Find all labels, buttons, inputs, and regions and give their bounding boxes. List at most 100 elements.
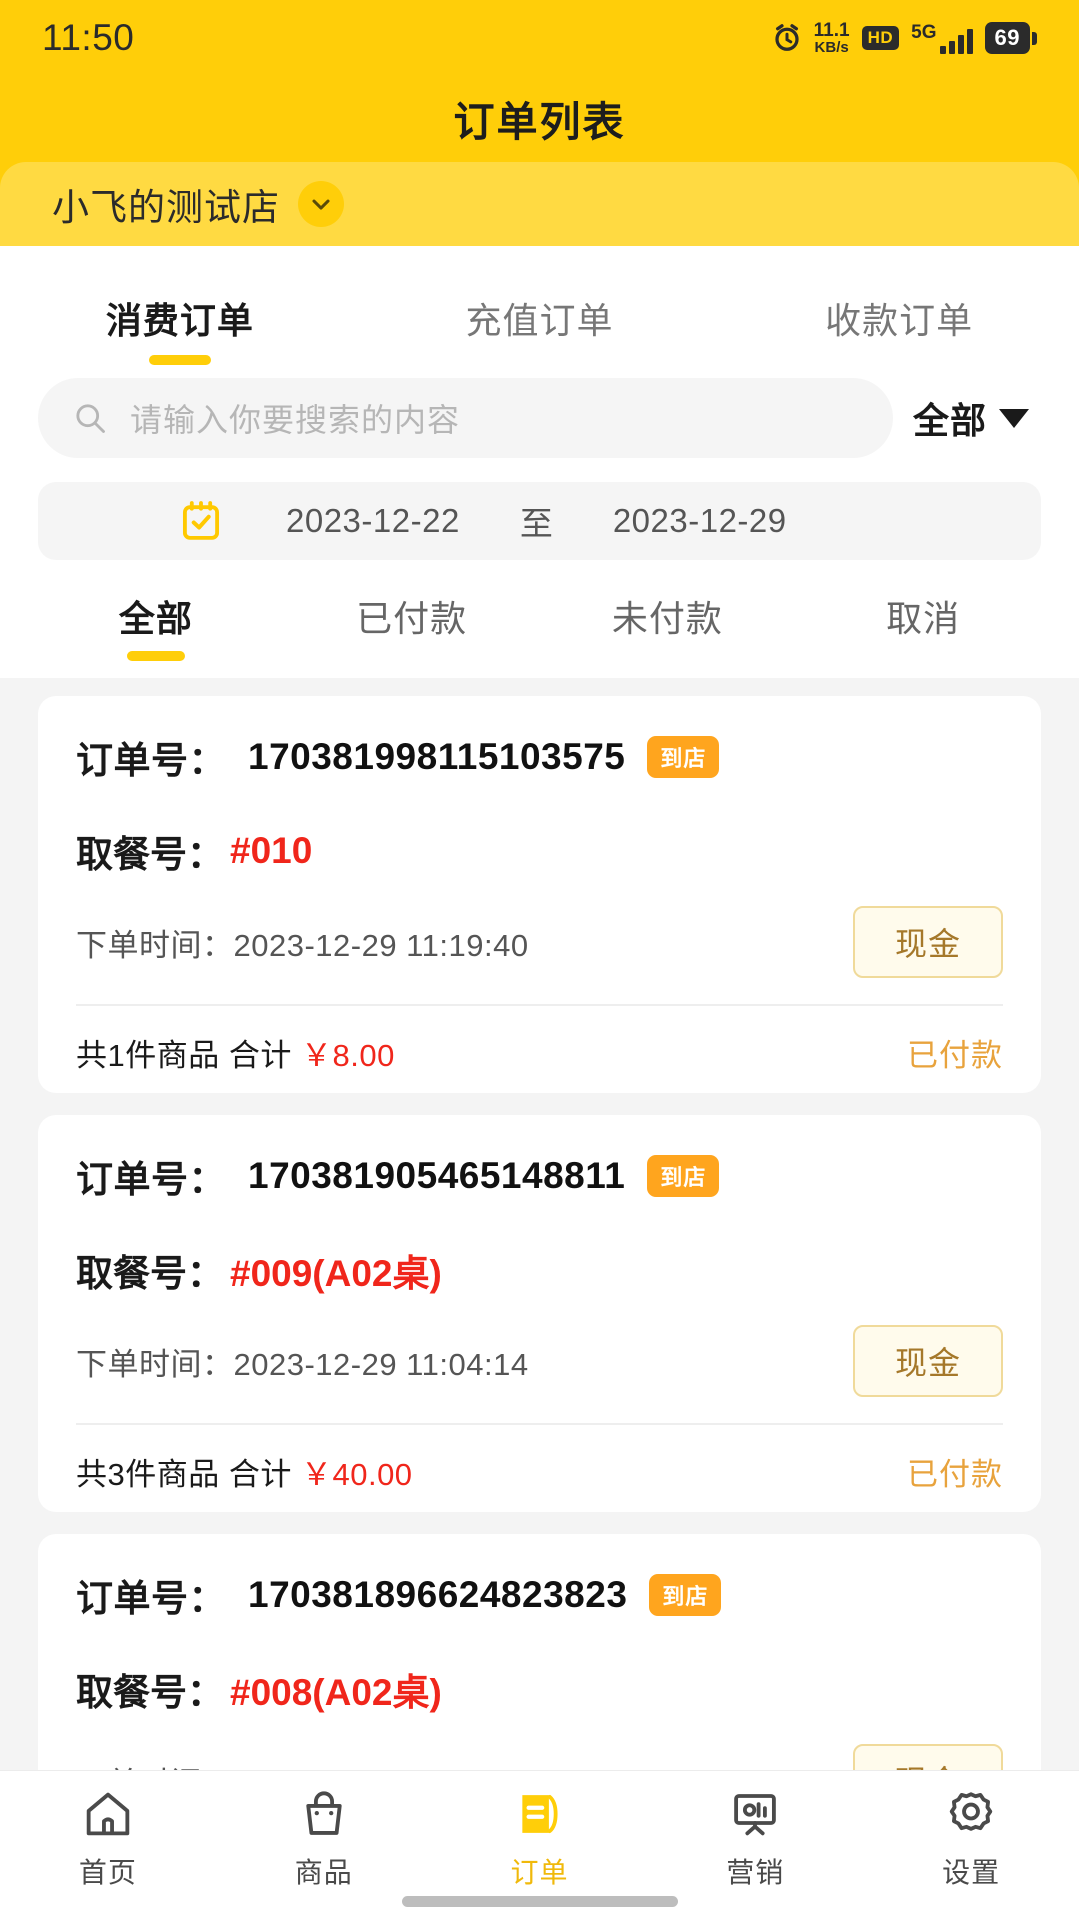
status-bar-indicators: 11.1 KB/s HD 5G 69	[772, 21, 1037, 55]
calendar-check-icon	[178, 498, 224, 544]
date-range-separator: 至	[519, 505, 553, 542]
bottom-navigation: 首页 商品 订单 营销 设置	[0, 1770, 1079, 1919]
nav-label: 营销	[726, 1857, 785, 1888]
status-tab-active-underline	[894, 651, 952, 661]
order-number-label: 订单号：	[76, 1159, 226, 1200]
nav-item-marketing[interactable]: 营销	[647, 1785, 863, 1891]
nav-item-orders[interactable]: 订单	[432, 1785, 648, 1891]
chevron-down-icon[interactable]	[298, 181, 344, 227]
order-list-screen: 11:50 11.1 KB/s HD 5G 69 订单列表 小飞的测试店 消费订…	[0, 0, 1079, 1919]
order-number-label: 订单号：	[76, 1578, 226, 1619]
order-summary: 共1件商品 合计 ￥8.00	[76, 1030, 395, 1075]
order-filter-dropdown[interactable]: 全部	[913, 392, 1041, 444]
shopping-bag-icon	[295, 1785, 353, 1843]
network-speed-value: 11.1	[813, 20, 850, 41]
order-summary: 共3件商品 合计 ￥40.00	[76, 1449, 413, 1494]
order-list[interactable]: 订单号： 170381998115103575 到店 取餐号： #010 下单时…	[0, 678, 1079, 1826]
home-icon	[79, 1785, 137, 1843]
order-card[interactable]: 订单号： 170381905465148811 到店 取餐号： #009(A02…	[38, 1115, 1041, 1512]
status-tab-paid[interactable]: 已付款	[284, 590, 540, 678]
order-card[interactable]: 订单号： 170381998115103575 到店 取餐号： #010 下单时…	[38, 696, 1041, 1093]
app-header: 订单列表	[0, 76, 1079, 160]
caret-down-icon	[999, 408, 1029, 428]
shop-selector-wrapper: 小飞的测试店	[0, 160, 1079, 246]
tab-consumption-orders[interactable]: 消费订单	[0, 292, 360, 365]
status-tab-all[interactable]: 全部	[28, 590, 284, 678]
shop-selector[interactable]: 小飞的测试店	[0, 162, 1079, 246]
pickup-number-row: 取餐号： #010	[76, 824, 1003, 878]
payment-method-badge: 现金	[852, 906, 1003, 978]
order-status-tabs: 全部 已付款 未付款 取消	[0, 560, 1079, 678]
nav-label: 订单	[510, 1857, 569, 1888]
card-divider	[76, 1004, 1003, 1006]
status-tab-active-underline	[383, 651, 441, 661]
search-input[interactable]: 请输入你要搜索的内容	[38, 378, 893, 458]
network-speed: 11.1 KB/s	[814, 21, 850, 55]
status-tab-unpaid[interactable]: 未付款	[540, 590, 796, 678]
order-number-row: 订单号： 170381998115103575 到店	[76, 730, 1003, 784]
order-number-label: 订单号：	[76, 740, 226, 781]
date-range-start[interactable]: 2023-12-22	[286, 502, 460, 540]
status-bar-clock: 11:50	[42, 17, 135, 58]
nav-label: 首页	[78, 1857, 137, 1888]
order-document-icon	[510, 1785, 568, 1843]
shop-name: 小飞的测试店	[52, 187, 280, 228]
marketing-board-icon	[726, 1785, 784, 1843]
status-tab-label: 已付款	[356, 598, 468, 639]
order-amount: ￥40.00	[300, 1457, 413, 1492]
battery-icon: 69	[984, 22, 1037, 54]
nav-label: 设置	[942, 1857, 1001, 1888]
nav-item-settings[interactable]: 设置	[863, 1785, 1079, 1891]
status-tab-active-underline	[126, 651, 185, 661]
alarm-clock-icon	[772, 23, 802, 53]
gear-icon	[942, 1785, 1000, 1843]
search-placeholder: 请输入你要搜索的内容	[130, 402, 461, 438]
tab-label: 消费订单	[105, 300, 254, 341]
status-tab-label: 未付款	[611, 598, 723, 639]
tab-label: 收款订单	[825, 300, 974, 341]
nav-item-home[interactable]: 首页	[0, 1785, 216, 1891]
battery-level: 69	[984, 22, 1030, 54]
order-time-row: 下单时间：2023-12-29 11:04:14 现金	[76, 1325, 1003, 1397]
order-time-value: 2023-12-29 11:04:14	[233, 1346, 529, 1382]
pickup-number-label: 取餐号：	[76, 1672, 224, 1713]
order-status: 已付款	[907, 1457, 1003, 1492]
order-time: 下单时间：2023-12-29 11:19:40	[76, 920, 529, 965]
search-icon	[72, 400, 108, 436]
search-row: 请输入你要搜索的内容 全部	[0, 364, 1079, 468]
order-filter-value: 全部	[912, 400, 987, 441]
payment-method-badge: 现金	[852, 1325, 1003, 1397]
status-tab-active-underline	[638, 651, 696, 661]
tab-label: 充值订单	[465, 300, 614, 341]
nav-item-products[interactable]: 商品	[216, 1785, 432, 1891]
order-time-value: 2023-12-29 11:19:40	[233, 927, 529, 963]
order-item-count: 共3件商品 合计	[76, 1457, 301, 1492]
order-number-row: 订单号： 170381905465148811 到店	[76, 1149, 1003, 1203]
date-range-end[interactable]: 2023-12-29	[613, 502, 787, 540]
pickup-number-value: #009(A02桌)	[230, 1253, 442, 1294]
status-bar: 11:50 11.1 KB/s HD 5G 69	[0, 0, 1079, 76]
network-speed-unit: KB/s	[814, 39, 849, 56]
order-number-value: 170381905465148811	[248, 1155, 626, 1196]
order-type-tabs: 消费订单 充值订单 收款订单	[0, 246, 1079, 365]
tab-active-underline	[509, 355, 571, 365]
order-time-label: 下单时间：	[76, 1346, 234, 1382]
order-time-row: 下单时间：2023-12-29 11:19:40 现金	[76, 906, 1003, 978]
order-total-row: 共1件商品 合计 ￥8.00 已付款	[76, 1030, 1003, 1075]
tab-recharge-orders[interactable]: 充值订单	[360, 292, 720, 365]
hd-badge: HD	[861, 26, 900, 50]
order-channel-badge: 到店	[647, 736, 720, 778]
pickup-number-label: 取餐号：	[76, 1253, 224, 1294]
status-tab-cancelled[interactable]: 取消	[795, 590, 1051, 678]
order-number-value: 170381896624823823	[248, 1574, 628, 1615]
status-tab-label: 取消	[886, 598, 961, 639]
order-number-value: 170381998115103575	[248, 736, 626, 777]
network-type-label: 5G	[911, 21, 937, 43]
date-range-picker[interactable]: 2023-12-22 至 2023-12-29	[38, 482, 1041, 560]
order-item-count: 共1件商品 合计	[76, 1038, 301, 1073]
order-amount: ￥8.00	[300, 1038, 395, 1073]
tab-payment-orders[interactable]: 收款订单	[719, 292, 1079, 365]
order-channel-badge: 到店	[649, 1574, 722, 1616]
order-time: 下单时间：2023-12-29 11:04:14	[76, 1339, 529, 1384]
nav-label: 商品	[294, 1857, 353, 1888]
